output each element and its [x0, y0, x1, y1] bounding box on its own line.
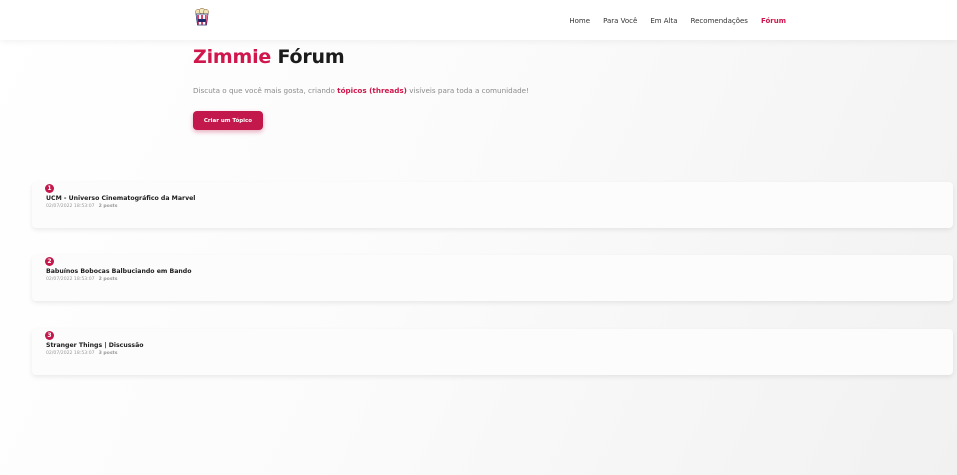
thread-meta: 02/07/2022 18:53:07 2 posts — [46, 277, 117, 282]
thread-date: 02/07/2022 18:53:07 — [46, 351, 95, 356]
thread-date: 02/07/2022 18:53:07 — [46, 204, 95, 209]
thread-title[interactable]: Babuínos Bobocas Balbuciando em Bando — [46, 268, 192, 275]
thread-number-badge: 2 — [45, 257, 54, 266]
page-title: Zimmie Fórum — [193, 46, 345, 68]
page-description-start: Discuta o que você mais gosta, criando — [193, 86, 338, 95]
thread-title[interactable]: UCM - Universo Cinematográfico da Marvel — [46, 195, 195, 202]
thread-post-count: 3 posts — [98, 351, 118, 356]
popcorn-logo-icon[interactable] — [194, 7, 210, 26]
thread-post-count: 2 posts — [98, 204, 118, 209]
thread-meta: 02/07/2022 18:53:07 3 posts — [46, 351, 117, 356]
page-description-end: visíveis para toda a comunidade! — [406, 86, 529, 95]
thread-meta: 02/07/2022 18:53:07 2 posts — [46, 204, 117, 209]
page-description-highlight: tópicos (threads) — [337, 86, 407, 95]
page-description: Discuta o que você mais gosta, criando t… — [193, 86, 529, 95]
thread-post-count: 2 posts — [98, 277, 118, 282]
create-topic-button[interactable]: Criar um Tópico — [193, 111, 263, 130]
nav-link-para-voce[interactable]: Para Você — [603, 17, 637, 25]
thread-date: 02/07/2022 18:53:07 — [46, 277, 95, 282]
nav-link-recomendacoes[interactable]: Recomendações — [691, 17, 748, 25]
main-nav: Home Para Você Em Alta Recomendações Fór… — [569, 17, 786, 25]
thread-title[interactable]: Stranger Things | Discussão — [46, 342, 144, 349]
thread-number-badge: 3 — [45, 331, 54, 340]
thread-card[interactable]: 1 UCM - Universo Cinematográfico da Marv… — [32, 182, 953, 228]
thread-card[interactable]: 2 Babuínos Bobocas Balbuciando em Bando … — [32, 255, 953, 301]
nav-link-em-alta[interactable]: Em Alta — [650, 17, 677, 25]
thread-card[interactable]: 3 Stranger Things | Discussão 02/07/2022… — [32, 329, 953, 375]
thread-number-badge: 1 — [45, 184, 54, 193]
top-navbar: Home Para Você Em Alta Recomendações Fór… — [0, 0, 957, 40]
page-title-brand: Zimmie — [193, 46, 272, 68]
nav-link-forum[interactable]: Fórum — [761, 17, 786, 25]
page-title-rest: Fórum — [277, 46, 345, 68]
nav-link-home[interactable]: Home — [569, 17, 590, 25]
